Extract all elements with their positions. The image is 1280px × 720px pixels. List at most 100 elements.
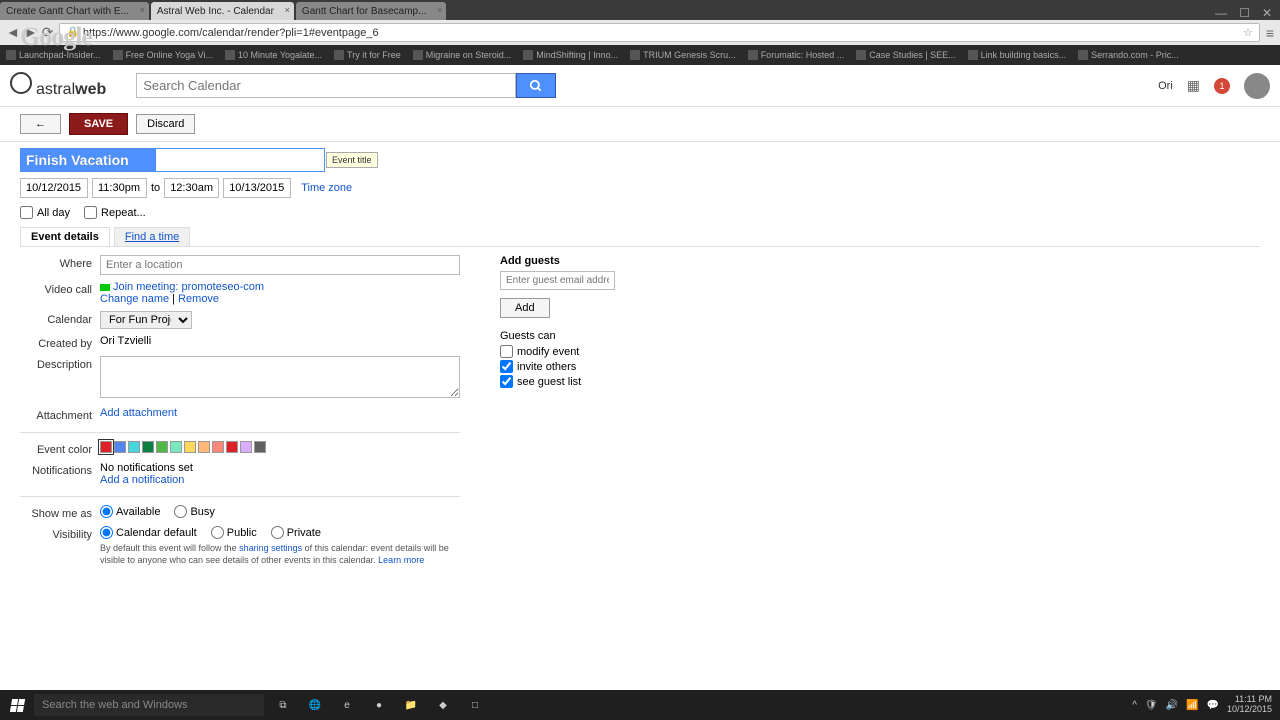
tray-icon[interactable]: 📶 (1186, 700, 1198, 711)
createdby-value: Ori Tzvielli (100, 335, 460, 347)
close-icon[interactable]: × (285, 5, 290, 15)
avatar[interactable] (1244, 73, 1270, 99)
taskbar-app-icon[interactable]: e (332, 693, 362, 717)
logo[interactable]: astralweb (10, 72, 106, 99)
user-label: Ori (1158, 80, 1173, 92)
search-button[interactable] (516, 73, 556, 98)
apps-grid-icon[interactable]: ▦ (1187, 77, 1200, 94)
color-swatch[interactable] (170, 441, 182, 453)
bookmark-item[interactable]: 10 Minute Yogalate... (225, 50, 322, 60)
bookmark-item[interactable]: Serrando.com - Pric... (1078, 50, 1179, 60)
bookmark-item[interactable]: Migraine on Steroid... (413, 50, 512, 60)
add-attachment-link[interactable]: Add attachment (100, 407, 177, 419)
color-swatch[interactable] (198, 441, 210, 453)
notification-badge[interactable]: 1 (1214, 78, 1230, 94)
start-button[interactable] (0, 699, 34, 712)
color-swatch[interactable] (240, 441, 252, 453)
browser-tab[interactable]: Create Gantt Chart with E...× (0, 2, 149, 20)
close-icon[interactable]: × (140, 5, 145, 15)
close-window-icon[interactable]: ✕ (1262, 6, 1272, 20)
taskbar-app-icon[interactable]: 🌐 (300, 693, 330, 717)
taskbar-app-icon[interactable]: ◆ (428, 693, 458, 717)
invite-others-checkbox[interactable]: invite others (500, 360, 740, 373)
taskbar-clock[interactable]: 11:11 PM 10/12/2015 (1227, 695, 1272, 715)
bookmark-bar: Launchpad-Insider... Free Online Yoga Vi… (0, 45, 1280, 65)
search-icon (529, 79, 543, 93)
time-to-input[interactable] (164, 178, 219, 198)
change-name-link[interactable]: Change name (100, 293, 169, 305)
search-input[interactable] (136, 73, 516, 98)
browser-tab[interactable]: Gantt Chart for Basecamp...× (296, 2, 447, 20)
repeat-checkbox[interactable]: Repeat... (84, 206, 146, 219)
color-swatch[interactable] (226, 441, 238, 453)
learn-more-link[interactable]: Learn more (378, 555, 424, 565)
color-swatch[interactable] (142, 441, 154, 453)
bookmark-item[interactable]: Case Studies | SEE... (856, 50, 955, 60)
vis-public-radio[interactable]: Public (211, 526, 257, 539)
color-swatch[interactable] (212, 441, 224, 453)
bookmark-item[interactable]: TRIUM Genesis Scru... (630, 50, 736, 60)
taskbar-app-icon[interactable]: □ (460, 693, 490, 717)
color-swatch[interactable] (114, 441, 126, 453)
nav-back-icon[interactable]: ◄ (6, 24, 20, 41)
remove-video-link[interactable]: Remove (178, 293, 219, 305)
taskbar-app-icon[interactable]: 📁 (396, 693, 426, 717)
bookmark-star-icon[interactable]: ☆ (1243, 26, 1253, 39)
tray-icon[interactable]: 🛡 (1145, 700, 1158, 711)
tray-chevron-icon[interactable]: ^ (1132, 700, 1137, 711)
save-button[interactable]: SAVE (69, 113, 128, 135)
date-to-input[interactable] (223, 178, 291, 198)
color-swatch[interactable] (128, 441, 140, 453)
tray-icon[interactable]: 🔊 (1166, 700, 1178, 711)
bookmark-item[interactable]: MindShifting | Inno... (523, 50, 618, 60)
taskbar-search[interactable]: Search the web and Windows (34, 694, 264, 716)
add-guest-button[interactable]: Add (500, 298, 550, 318)
time-from-input[interactable] (92, 178, 147, 198)
color-swatch[interactable] (100, 441, 112, 453)
nav-forward-icon[interactable]: ► (24, 24, 38, 41)
where-input[interactable] (100, 255, 460, 275)
event-title-input[interactable] (20, 148, 325, 172)
see-guestlist-checkbox[interactable]: see guest list (500, 375, 740, 388)
add-notification-link[interactable]: Add a notification (100, 474, 184, 486)
date-from-input[interactable] (20, 178, 88, 198)
maximize-icon[interactable]: ☐ (1239, 6, 1250, 20)
close-icon[interactable]: × (437, 5, 442, 15)
busy-radio[interactable]: Busy (174, 505, 214, 518)
bookmark-item[interactable]: Forumatic: Hosted ... (748, 50, 845, 60)
description-textarea[interactable] (100, 356, 460, 398)
color-swatch[interactable] (184, 441, 196, 453)
title-tooltip: Event title (326, 152, 378, 168)
bookmark-item[interactable]: Link building basics... (968, 50, 1067, 60)
discard-button[interactable]: Discard (136, 114, 195, 134)
guest-email-input[interactable] (500, 271, 615, 290)
minimize-icon[interactable]: — (1215, 6, 1227, 20)
browser-tab-active[interactable]: Astral Web Inc. - Calendar× (151, 2, 294, 20)
sharing-settings-link[interactable]: sharing settings (239, 543, 302, 553)
reload-icon[interactable]: ⟳ (42, 24, 54, 41)
vis-default-radio[interactable]: Calendar default (100, 526, 197, 539)
join-meeting-link[interactable]: Join meeting: promoteseo-com (113, 281, 264, 293)
hamburger-icon[interactable]: ≡ (1266, 25, 1274, 41)
bookmark-item[interactable]: Launchpad-Insider... (6, 50, 101, 60)
bookmark-item[interactable]: Try it for Free (334, 50, 401, 60)
windows-icon (9, 699, 24, 712)
url-bar[interactable]: 🔒 https://www.google.com/calendar/render… (59, 23, 1259, 42)
taskbar-app-icon[interactable]: ● (364, 693, 394, 717)
back-button[interactable]: ← (20, 114, 61, 134)
task-view-icon[interactable]: ⧉ (268, 693, 298, 717)
color-swatch[interactable] (156, 441, 168, 453)
color-swatches (100, 441, 460, 453)
vis-private-radio[interactable]: Private (271, 526, 321, 539)
visibility-label: Visibility (20, 526, 100, 541)
timezone-link[interactable]: Time zone (301, 182, 352, 194)
color-swatch[interactable] (254, 441, 266, 453)
tray-icon[interactable]: 💬 (1207, 700, 1219, 711)
modify-event-checkbox[interactable]: modify event (500, 345, 740, 358)
tab-event-details[interactable]: Event details (20, 227, 110, 246)
calendar-select[interactable]: For Fun Project (100, 311, 192, 329)
allday-checkbox[interactable]: All day (20, 206, 70, 219)
available-radio[interactable]: Available (100, 505, 160, 518)
tab-find-time[interactable]: Find a time (114, 227, 190, 246)
bookmark-item[interactable]: Free Online Yoga Vi... (113, 50, 213, 60)
